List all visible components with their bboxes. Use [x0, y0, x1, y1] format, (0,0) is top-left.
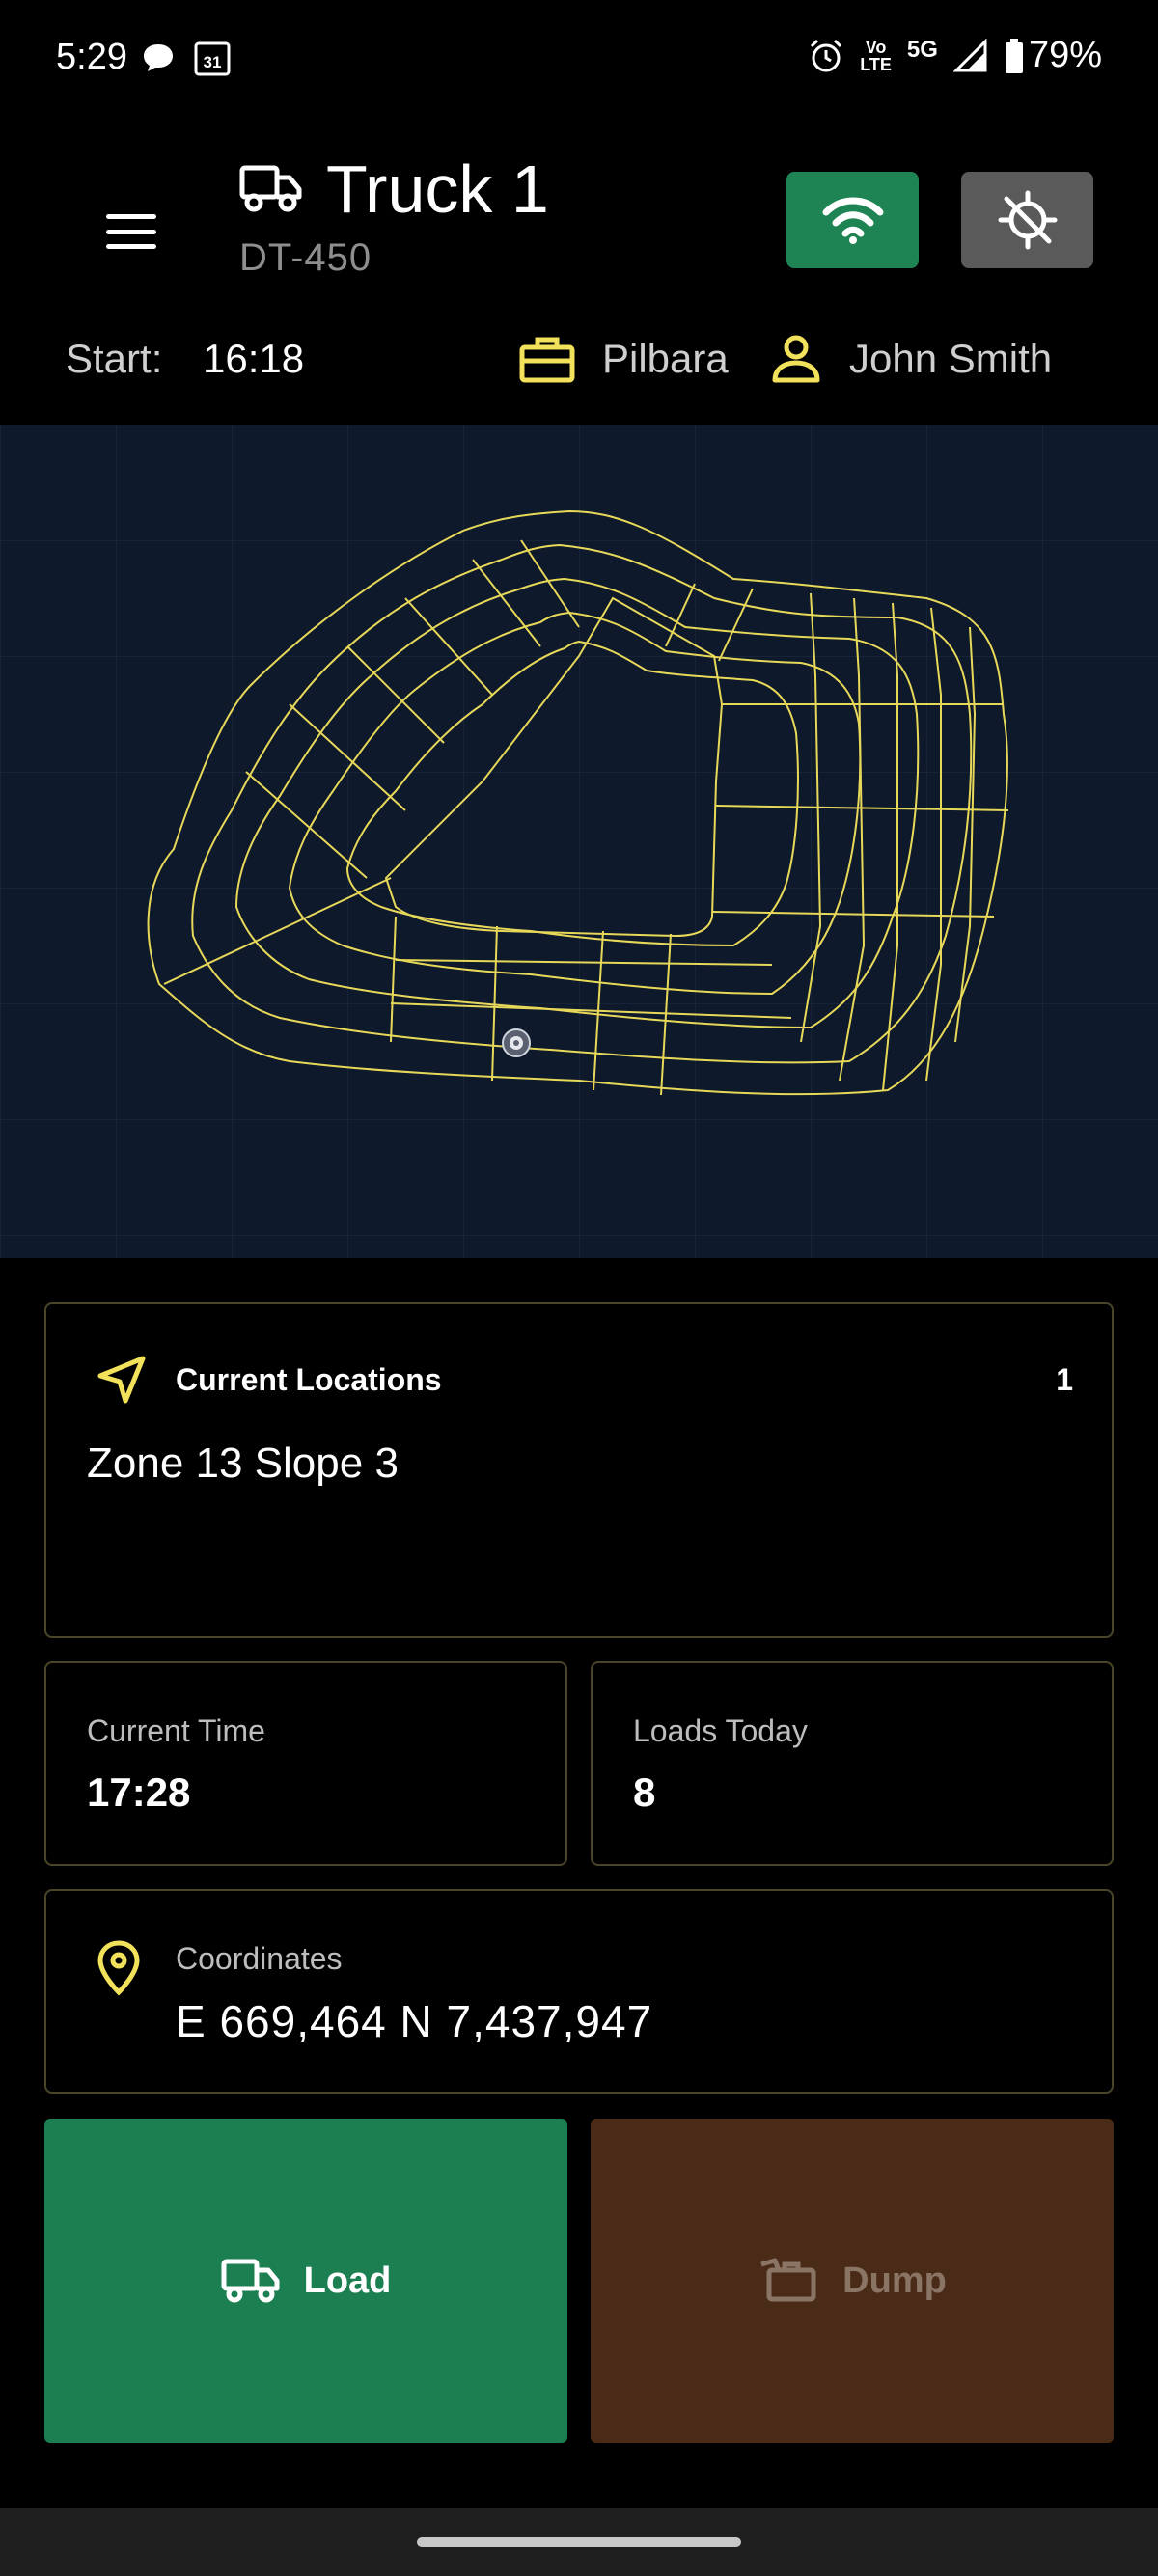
gps-status-button[interactable]: [961, 172, 1093, 268]
truck-icon: [221, 2259, 280, 2303]
current-location-count: 1: [1056, 1362, 1073, 1397]
wifi-status-button[interactable]: [786, 172, 919, 268]
truck-id: DT-450: [239, 236, 372, 279]
loads-today-value: 8: [633, 1769, 656, 1815]
map-canvas[interactable]: [0, 425, 1158, 1258]
truck-position-marker[interactable]: [502, 1028, 531, 1057]
dump-bin-icon: [760, 2258, 816, 2302]
mine-map[interactable]: [0, 425, 1158, 1258]
map-grid: [0, 425, 1158, 1258]
status-bar: 5:29 31 Vo LTE 5G 79%: [0, 0, 1158, 116]
volte-top: Vo: [865, 37, 887, 57]
home-gesture-handle[interactable]: [417, 2537, 741, 2547]
app-header: Truck 1 DT-450 Start: 16:18 Pilbara John…: [0, 116, 1158, 425]
current-location-label: Current Locations: [176, 1362, 442, 1397]
network-type: 5G: [906, 36, 938, 63]
coordinates-card: Coordinates E 669,464 N 7,437,947: [44, 1889, 1114, 2094]
battery-level: 79%: [1028, 35, 1102, 75]
calendar-icon: 31: [194, 41, 231, 76]
current-location-card[interactable]: Current Locations 1 Zone 13 Slope 3: [44, 1302, 1114, 1638]
signal-icon: [952, 38, 987, 71]
status-right-icons: Vo LTE 5G 79%: [808, 35, 1102, 76]
loads-today-label: Loads Today: [633, 1713, 808, 1748]
current-time-value: 17:28: [87, 1769, 191, 1815]
volte-bottom: LTE: [860, 54, 892, 74]
status-time: 5:29: [56, 37, 127, 77]
current-time-label: Current Time: [87, 1713, 265, 1748]
current-time-card: Current Time 17:28: [44, 1661, 567, 1866]
status-left-icons: 31: [141, 39, 232, 77]
operator-name: John Smith: [849, 336, 1053, 381]
wifi-icon: [822, 197, 883, 244]
site-name: Pilbara: [602, 336, 729, 381]
start-time: 16:18: [203, 336, 305, 381]
briefcase-icon: [519, 337, 575, 383]
coordinates-value: E 669,464 N 7,437,947: [176, 1996, 653, 2046]
calendar-day: 31: [204, 53, 222, 71]
truck-icon: [239, 165, 302, 212]
alarm-icon: [811, 39, 842, 71]
system-nav-bar: [0, 2508, 1158, 2576]
load-button[interactable]: Load: [44, 2119, 567, 2443]
menu-button[interactable]: [96, 203, 166, 260]
loads-today-card: Loads Today 8: [591, 1661, 1114, 1866]
current-location-value: Zone 13 Slope 3: [87, 1439, 399, 1487]
page-title: Truck 1: [326, 151, 549, 227]
menu-icon: [106, 214, 156, 219]
map-pin-icon: [97, 1940, 140, 1996]
volte-indicator: Vo LTE: [860, 39, 892, 73]
user-icon: [772, 335, 820, 383]
battery-icon: [1005, 38, 1023, 73]
navigation-arrow-icon: [97, 1356, 146, 1404]
coordinates-label: Coordinates: [176, 1941, 343, 1976]
chat-bubble-icon: [144, 44, 173, 71]
dump-label: Dump: [842, 2260, 947, 2301]
battery-indicator: 79%: [1004, 35, 1102, 76]
gps-off-icon: [998, 190, 1057, 250]
dump-button[interactable]: Dump: [591, 2119, 1114, 2443]
load-label: Load: [303, 2260, 392, 2301]
start-label: Start:: [66, 336, 163, 381]
